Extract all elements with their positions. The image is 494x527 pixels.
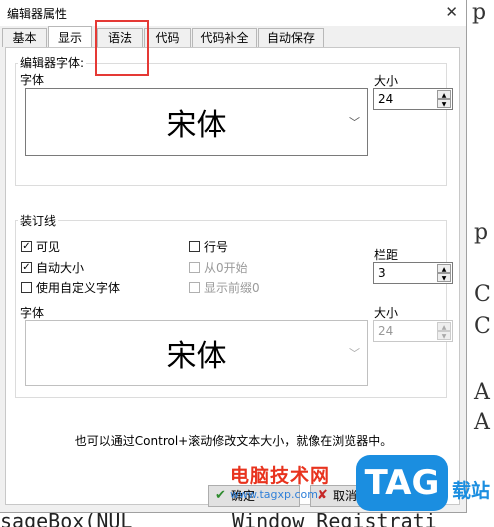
font-size-value: 24 [378, 92, 394, 106]
stepper-up-icon[interactable]: ▲ [437, 90, 451, 99]
font-size-stepper[interactable]: 24 ▲ ▼ [373, 88, 453, 110]
gutter-size-label: 大小 [374, 306, 399, 320]
editor-properties-dialog: 编辑器属性 ✕ 基本 显示 语法 代码 代码补全 自动保存 编辑器字体: 字体 … [0, 0, 467, 513]
auto-size-label: 自动大小 [36, 261, 85, 275]
checkbox-empty-icon [189, 241, 200, 252]
visible-label: 可见 [36, 240, 61, 254]
highlight-annotation [95, 20, 149, 76]
gutter-font-preview-text: 宋体 [166, 339, 227, 374]
gutter-font-select[interactable]: 宋体 ﹀ [25, 320, 368, 386]
editor-font-group-label: 编辑器字体: [18, 54, 87, 71]
custom-font-checkbox[interactable]: 使用自定义字体 [21, 279, 120, 296]
stepper-up-icon[interactable]: ▲ [437, 264, 451, 273]
dialog-title: 编辑器属性 [7, 7, 68, 21]
zoom-hint-text: 也可以通过Control+滚动修改文本大小，就像在浏览器中。 [74, 434, 393, 448]
bg-char: A [474, 410, 490, 435]
bg-char: p [474, 220, 489, 245]
watermark-text: 电脑技术网 [230, 465, 331, 487]
gutter-group-label: 装订线 [18, 212, 59, 229]
tab-code[interactable]: 代码 [144, 28, 191, 47]
stepper-down-icon[interactable]: ▼ [437, 331, 451, 340]
editor-font-select[interactable]: 宋体 ﹀ [25, 88, 368, 156]
bg-char: C [474, 282, 491, 307]
stepper-up-icon[interactable]: ▲ [437, 322, 451, 331]
title-bar[interactable]: 编辑器属性 ✕ [0, 0, 466, 26]
bg-char: A [474, 380, 490, 405]
gutter-margin-stepper[interactable]: 3 ▲ ▼ [373, 262, 453, 284]
line-numbers-label: 行号 [204, 240, 229, 254]
gutter-size-stepper[interactable]: 24 ▲ ▼ [373, 320, 453, 342]
checkbox-empty-icon [189, 262, 200, 273]
stepper-buttons: ▲ ▼ [437, 322, 451, 340]
tab-display[interactable]: 显示 [48, 26, 92, 48]
font-label: 字体 [20, 73, 45, 87]
gutter-size-value: 24 [378, 324, 394, 338]
watermark-url: www.tagxp.com [230, 488, 318, 501]
check-icon: ✓ [21, 262, 32, 273]
tab-basic[interactable]: 基本 [2, 28, 47, 47]
start-zero-label: 从0开始 [204, 261, 248, 275]
margin-label: 栏距 [374, 248, 399, 262]
visible-checkbox[interactable]: ✓ 可见 [21, 238, 60, 255]
watermark: 电脑技术网 www.tagxp.com TAG 载站 [230, 455, 494, 515]
line-numbers-checkbox[interactable]: 行号 [189, 238, 228, 255]
tab-code-completion[interactable]: 代码补全 [192, 28, 257, 47]
size-label: 大小 [374, 74, 399, 88]
checkbox-empty-icon [189, 282, 200, 293]
margin-value: 3 [378, 266, 386, 280]
gutter-font-label: 字体 [20, 306, 45, 320]
display-tab-panel: 编辑器字体: 字体 宋体 ﹀ 大小 24 ▲ ▼ 装订线 ✓ 可见 ✓ 自动大小… [5, 47, 460, 505]
bg-char: p [472, 0, 487, 25]
auto-size-checkbox[interactable]: ✓ 自动大小 [21, 259, 84, 276]
chevron-down-icon: ﹀ [349, 116, 360, 129]
bg-char: C [474, 314, 491, 339]
stepper-buttons: ▲ ▼ [437, 264, 451, 282]
chevron-down-icon: ﹀ [349, 347, 360, 360]
stepper-down-icon[interactable]: ▼ [437, 273, 451, 282]
custom-font-label: 使用自定义字体 [36, 281, 121, 295]
close-icon[interactable]: ✕ [445, 3, 458, 21]
stepper-buttons: ▲ ▼ [437, 90, 451, 108]
background-document: p p C C A A [466, 0, 494, 527]
tag-logo: TAG [356, 455, 448, 511]
checkbox-empty-icon [21, 282, 32, 293]
leading-zero-label: 显示前缀0 [204, 281, 260, 295]
stepper-down-icon[interactable]: ▼ [437, 99, 451, 108]
check-icon: ✓ [21, 241, 32, 252]
start-zero-checkbox[interactable]: 从0开始 [189, 259, 248, 276]
font-preview-text: 宋体 [166, 108, 227, 143]
checkmark-icon: ✔ [215, 488, 226, 503]
tab-autosave[interactable]: 自动保存 [258, 28, 324, 47]
leading-zero-checkbox[interactable]: 显示前缀0 [189, 279, 260, 296]
watermark-tail: 载站 [452, 480, 491, 502]
